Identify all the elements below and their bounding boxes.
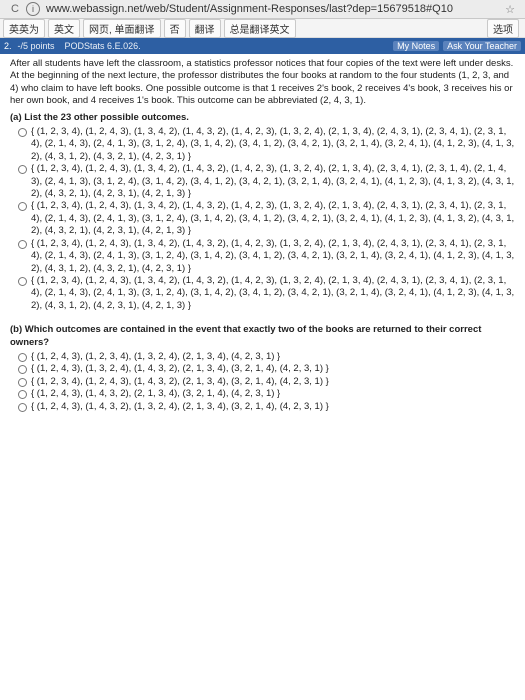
option-text: { (1, 2, 3, 4), (1, 2, 4, 3), (1, 4, 3, … — [31, 375, 329, 387]
toolbar-button-3[interactable]: 网页, 单面翻译 — [83, 18, 161, 38]
toolbar-button-5[interactable]: 翻译 — [188, 18, 221, 38]
question-header: 2. -/5 points PODStats 6.E.026. My Notes… — [0, 38, 525, 54]
toolbar-button-4[interactable]: 否 — [163, 18, 186, 38]
question-points: -/5 points — [17, 41, 55, 51]
radio-button[interactable] — [18, 352, 27, 362]
option-text: { (1, 2, 3, 4), (1, 2, 4, 3), (1, 3, 4, … — [31, 237, 515, 274]
question-intro: After all students have left the classro… — [10, 58, 514, 107]
part-a-label: (a) List the 23 other possible outcomes. — [10, 111, 189, 123]
part-b-option-1[interactable]: { (1, 2, 4, 3), (1, 2, 3, 4), (1, 3, 2, … — [18, 351, 515, 363]
radio-button[interactable] — [18, 128, 27, 138]
part-a-option-1[interactable]: { (1, 2, 3, 4), (1, 2, 4, 3), (1, 3, 4, … — [18, 126, 515, 163]
part-a-option-4[interactable]: { (1, 2, 3, 4), (1, 2, 4, 3), (1, 3, 4, … — [18, 238, 515, 275]
question-content: After all students have left the classro… — [10, 58, 515, 413]
radio-button[interactable] — [18, 377, 27, 387]
toolbar-button-2[interactable]: 英文 — [48, 18, 80, 38]
option-text: { (1, 2, 4, 3), (1, 4, 3, 2), (2, 1, 3, … — [31, 388, 281, 400]
option-text: { (1, 2, 4, 3), (1, 4, 3, 2), (1, 3, 2, … — [31, 400, 329, 412]
option-text: { (1, 2, 3, 4), (1, 2, 4, 3), (1, 3, 4, … — [31, 163, 515, 200]
part-a-option-5[interactable]: { (1, 2, 3, 4), (1, 2, 4, 3), (1, 3, 4, … — [18, 275, 515, 312]
part-b-label: (b) Which outcomes are contained in the … — [10, 324, 482, 348]
option-text: { (1, 2, 4, 3), (1, 3, 2, 4), (1, 4, 3, … — [31, 363, 329, 375]
part-b-option-2[interactable]: { (1, 2, 4, 3), (1, 3, 2, 4), (1, 4, 3, … — [18, 363, 515, 375]
part-b-option-3[interactable]: { (1, 2, 3, 4), (1, 2, 4, 3), (1, 4, 3, … — [18, 376, 515, 388]
my-notes-button[interactable]: My Notes — [393, 41, 440, 51]
part-b-option-5[interactable]: { (1, 2, 4, 3), (1, 4, 3, 2), (1, 3, 2, … — [18, 401, 515, 413]
url-field[interactable]: www.webassign.net/web/Student/Assignment… — [46, 3, 453, 15]
radio-button[interactable] — [18, 390, 27, 400]
toolbar-button-6[interactable]: 总是翻译英文 — [223, 18, 296, 38]
radio-button[interactable] — [18, 276, 27, 286]
question-source: PODStats 6.E.026. — [64, 41, 141, 51]
translate-toolbar: 英英为 英文 网页, 单面翻译 否 翻译 总是翻译英文 选项 — [0, 18, 525, 38]
ask-teacher-button[interactable]: Ask Your Teacher — [443, 41, 521, 51]
reload-icon[interactable]: C — [8, 3, 22, 15]
option-text: { (1, 2, 3, 4), (1, 2, 4, 3), (1, 3, 4, … — [31, 200, 515, 237]
info-icon[interactable]: i — [26, 2, 40, 16]
radio-button[interactable] — [18, 365, 27, 375]
toolbar-button-1[interactable]: 英英为 — [3, 18, 45, 38]
question-number: 2. — [4, 41, 12, 51]
browser-address-bar: C i www.webassign.net/web/Student/Assign… — [0, 0, 525, 19]
radio-button[interactable] — [18, 239, 27, 249]
part-a-option-3[interactable]: { (1, 2, 3, 4), (1, 2, 4, 3), (1, 3, 4, … — [18, 200, 515, 237]
radio-button[interactable] — [18, 165, 27, 175]
option-text: { (1, 2, 4, 3), (1, 2, 3, 4), (1, 3, 2, … — [31, 350, 281, 362]
bookmark-star-icon[interactable]: ☆ — [505, 3, 515, 16]
part-b-option-4[interactable]: { (1, 2, 4, 3), (1, 4, 3, 2), (2, 1, 3, … — [18, 388, 515, 400]
part-a-option-2[interactable]: { (1, 2, 3, 4), (1, 2, 4, 3), (1, 3, 4, … — [18, 163, 515, 200]
radio-button[interactable] — [18, 402, 27, 412]
option-text: { (1, 2, 3, 4), (1, 2, 4, 3), (1, 3, 4, … — [31, 274, 515, 311]
options-button[interactable]: 选项 — [487, 18, 519, 38]
option-text: { (1, 2, 3, 4), (1, 2, 4, 3), (1, 3, 4, … — [31, 126, 515, 162]
radio-button[interactable] — [18, 202, 27, 212]
